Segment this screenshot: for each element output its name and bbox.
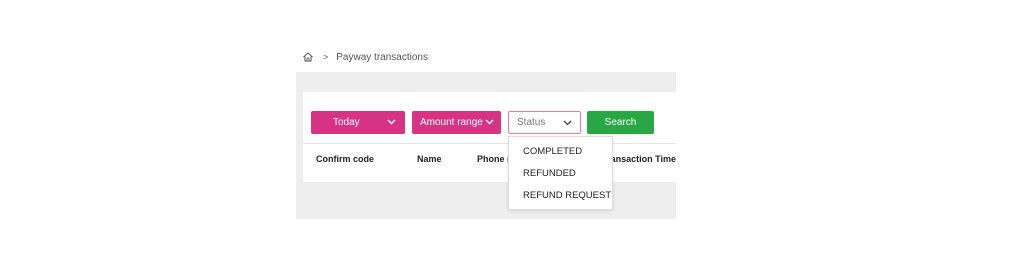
chevron-down-icon <box>485 119 494 125</box>
column-header-name: Name <box>417 154 442 164</box>
column-header-confirm-code: Confirm code <box>316 154 375 164</box>
amount-range-button[interactable]: Amount range <box>412 111 501 134</box>
status-option-completed[interactable]: COMPLETED <box>523 146 582 157</box>
breadcrumb: > Payway transactions <box>302 50 428 64</box>
chevron-down-icon <box>387 119 396 125</box>
status-placeholder: Status <box>517 117 546 128</box>
breadcrumb-current: Payway transactions <box>336 51 428 63</box>
column-header-transaction-time: Transaction Time <box>603 154 676 164</box>
header-divider <box>303 143 676 144</box>
chevron-down-icon <box>563 120 572 126</box>
status-select[interactable]: Status <box>508 111 581 134</box>
status-dropdown-menu: COMPLETED REFUNDED REFUND REQUEST <box>508 136 613 210</box>
transactions-card <box>303 92 676 182</box>
amount-range-label: Amount range <box>420 117 483 128</box>
status-option-refunded[interactable]: REFUNDED <box>523 168 576 179</box>
search-button[interactable]: Search <box>587 111 654 134</box>
date-filter-label: Today <box>333 117 360 128</box>
breadcrumb-separator: > <box>323 52 329 62</box>
search-button-label: Search <box>604 117 637 128</box>
home-icon[interactable] <box>302 51 314 63</box>
date-filter-button[interactable]: Today <box>311 111 405 134</box>
status-option-refund-request[interactable]: REFUND REQUEST <box>523 190 611 201</box>
